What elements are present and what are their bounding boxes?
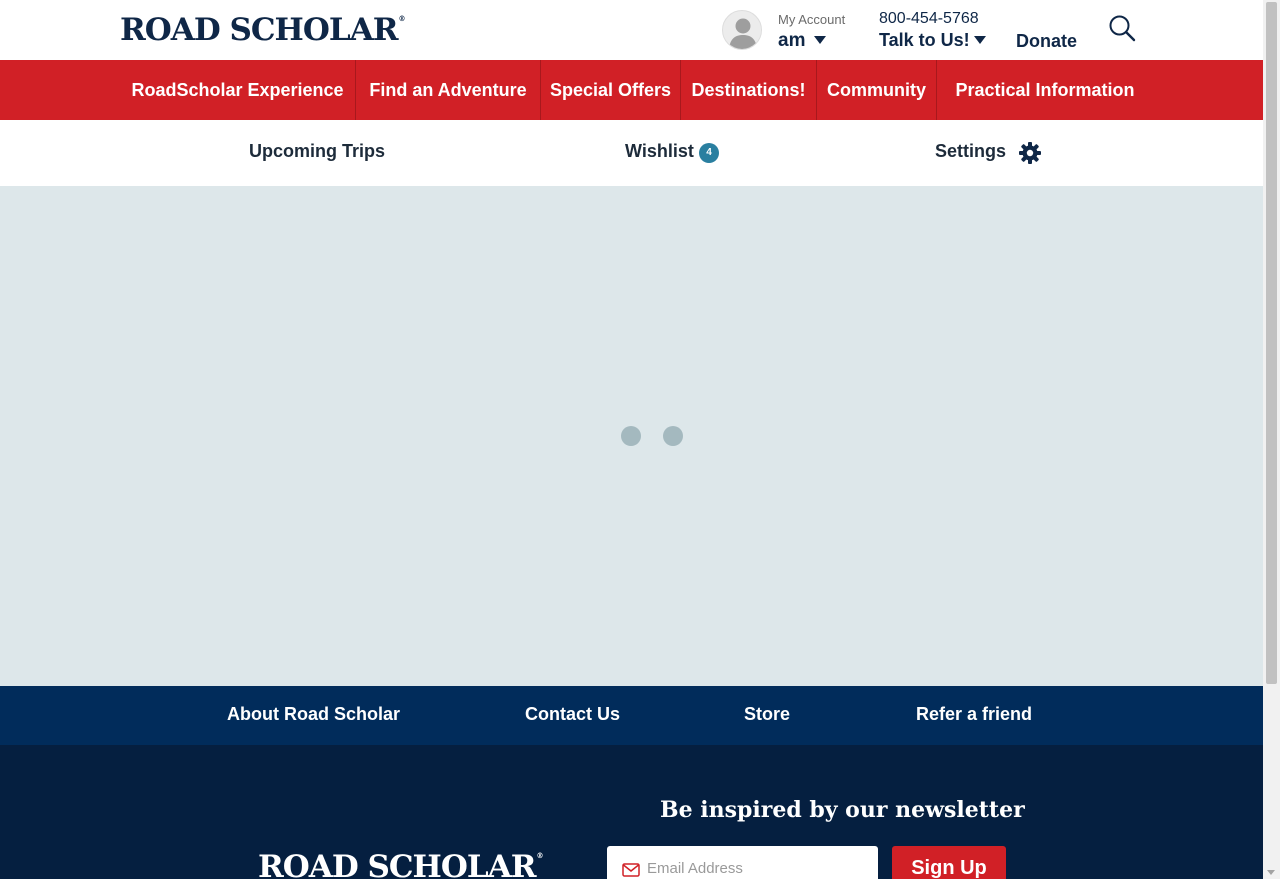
my-account-label: My Account bbox=[778, 12, 846, 27]
footer-link-contact[interactable]: Contact Us bbox=[525, 704, 620, 725]
tab-wishlist[interactable]: Wishlist bbox=[625, 141, 694, 162]
nav-find-an-adventure[interactable]: Find an Adventure bbox=[356, 60, 540, 120]
nav-special-offers[interactable]: Special Offers bbox=[541, 60, 680, 120]
newsletter-signup-button[interactable]: Sign Up bbox=[892, 846, 1006, 879]
footer-links-bar: About Road Scholar Contact Us Store Refe… bbox=[0, 686, 1263, 745]
search-icon[interactable] bbox=[1108, 14, 1136, 42]
page: ROAD SCHOLAR® My Account am 800-454-5768… bbox=[0, 0, 1263, 879]
loading-dot bbox=[621, 426, 641, 446]
site-header: ROAD SCHOLAR® My Account am 800-454-5768… bbox=[0, 0, 1263, 60]
nav-practical-information[interactable]: Practical Information bbox=[937, 60, 1153, 120]
tab-settings[interactable]: Settings bbox=[935, 141, 1006, 162]
tab-upcoming-trips[interactable]: Upcoming Trips bbox=[249, 141, 385, 162]
scroll-down-arrow-icon[interactable] bbox=[1267, 870, 1275, 875]
main-nav: RoadScholar Experience Find an Adventure… bbox=[0, 60, 1263, 120]
footer-logo-text: ROAD SCHOLAR bbox=[258, 849, 536, 879]
page-scrollbar[interactable] bbox=[1263, 0, 1280, 879]
donate-link[interactable]: Donate bbox=[1016, 31, 1077, 52]
newsletter-title: Be inspired by our newsletter bbox=[660, 797, 1025, 823]
nav-community[interactable]: Community bbox=[817, 60, 936, 120]
talk-to-us-link[interactable]: Talk to Us! bbox=[879, 30, 970, 51]
site-footer: Be inspired by our newsletter ROAD SCHOL… bbox=[0, 745, 1263, 879]
logo-text: ROAD SCHOLAR bbox=[120, 12, 398, 48]
nav-destinations[interactable]: Destinations! bbox=[681, 60, 816, 120]
logo-registered-mark: ® bbox=[398, 14, 405, 23]
footer-logo-registered-mark: ® bbox=[536, 851, 543, 860]
wishlist-count-badge: 4 bbox=[699, 143, 719, 163]
scrollbar-thumb[interactable] bbox=[1266, 2, 1277, 684]
main-content-loading bbox=[0, 186, 1263, 686]
chevron-down-icon[interactable] bbox=[814, 36, 826, 44]
footer-link-refer[interactable]: Refer a friend bbox=[916, 704, 1032, 725]
account-name[interactable]: am bbox=[778, 30, 805, 52]
mail-icon bbox=[622, 863, 640, 877]
footer-logo[interactable]: ROAD SCHOLAR® bbox=[258, 849, 543, 879]
road-scholar-logo[interactable]: ROAD SCHOLAR® bbox=[120, 12, 405, 48]
loading-dot bbox=[663, 426, 683, 446]
nav-roadscholar-experience[interactable]: RoadScholar Experience bbox=[120, 60, 355, 120]
phone-number[interactable]: 800-454-5768 bbox=[879, 10, 979, 28]
gear-icon[interactable] bbox=[1018, 141, 1042, 165]
avatar-icon[interactable] bbox=[722, 10, 762, 50]
account-subnav: Upcoming Trips Wishlist Settings bbox=[0, 120, 1263, 186]
newsletter-email-input[interactable] bbox=[607, 846, 878, 879]
chevron-down-icon[interactable] bbox=[974, 36, 986, 44]
footer-link-store[interactable]: Store bbox=[744, 704, 790, 725]
footer-link-about[interactable]: About Road Scholar bbox=[227, 704, 400, 725]
